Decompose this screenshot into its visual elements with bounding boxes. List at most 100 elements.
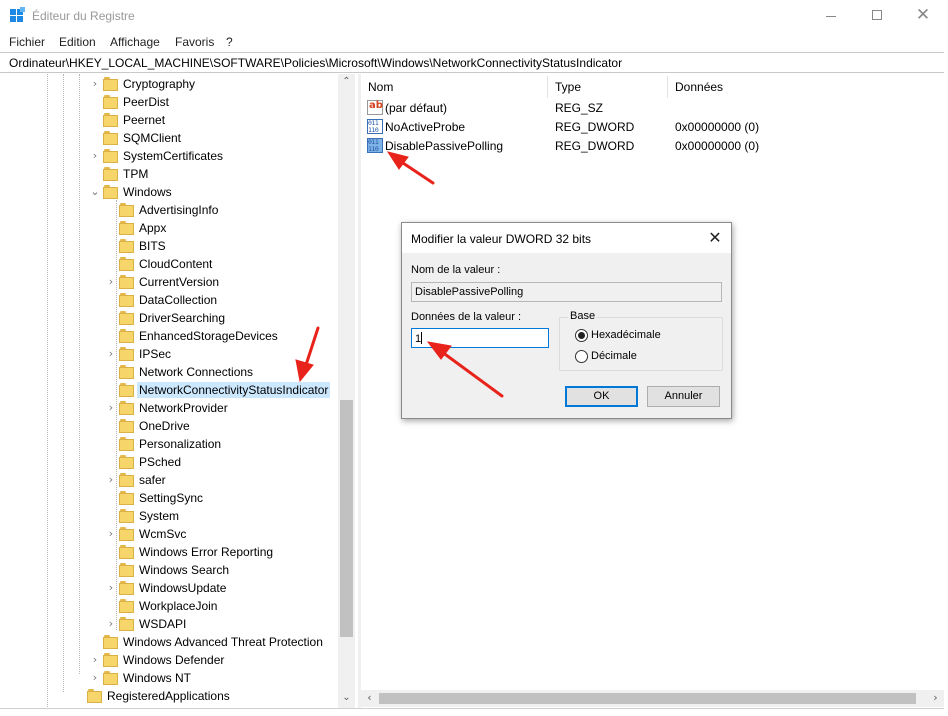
folder-icon: [103, 635, 118, 649]
chevron-right-icon[interactable]: ›: [105, 401, 117, 414]
chevron-right-icon[interactable]: ›: [89, 77, 101, 90]
tree-item[interactable]: › WcmSvc: [0, 525, 338, 543]
tree-item[interactable]: › WSDAPI: [0, 615, 338, 633]
tree-item[interactable]: TPM: [0, 165, 338, 183]
dialog-close-icon[interactable]: ✕: [704, 228, 726, 248]
tree-item-label: SystemCertificates: [123, 149, 224, 163]
tree-item[interactable]: › Windows NT: [0, 669, 338, 687]
tree-item-label: PSched: [139, 455, 182, 469]
tree-item[interactable]: PSched: [0, 453, 338, 471]
tree-item[interactable]: Windows Advanced Threat Protection: [0, 633, 338, 651]
tree-item[interactable]: Personalization: [0, 435, 338, 453]
tree-item[interactable]: DriverSearching: [0, 309, 338, 327]
chevron-right-icon[interactable]: ›: [89, 149, 101, 162]
hexadecimal-radio[interactable]: [575, 329, 588, 342]
chevron-right-icon[interactable]: ›: [105, 347, 117, 360]
cancel-button[interactable]: Annuler: [647, 386, 720, 407]
value-name-label: Nom de la valeur :: [411, 264, 501, 276]
tree-item[interactable]: Windows Search: [0, 561, 338, 579]
list-scroll-thumb[interactable]: [379, 693, 916, 704]
tree-item[interactable]: ⌄ Windows: [0, 183, 338, 201]
close-button[interactable]: ✕: [900, 0, 946, 32]
menu-edit[interactable]: Edition: [59, 35, 96, 49]
column-separator[interactable]: [667, 76, 668, 98]
chevron-down-icon[interactable]: ⌄: [89, 185, 101, 198]
scroll-down-icon[interactable]: ⌄: [338, 692, 355, 703]
tree-item[interactable]: SettingSync: [0, 489, 338, 507]
list-horizontal-scrollbar[interactable]: ‹ ›: [361, 690, 944, 707]
tree-item[interactable]: OneDrive: [0, 417, 338, 435]
folder-icon: [119, 239, 134, 253]
tree-item-label: EnhancedStorageDevices: [139, 329, 278, 343]
chevron-right-icon[interactable]: ›: [89, 671, 101, 684]
column-header-data[interactable]: Données: [675, 80, 723, 94]
tree-item[interactable]: RegisteredApplications: [0, 687, 338, 705]
chevron-right-icon[interactable]: ›: [105, 617, 117, 630]
tree-item[interactable]: Windows Error Reporting: [0, 543, 338, 561]
value-type: REG_SZ: [555, 101, 604, 115]
menu-favorites[interactable]: Favoris: [175, 35, 214, 49]
folder-icon: [119, 275, 134, 289]
column-header-name[interactable]: Nom: [368, 80, 393, 94]
chevron-right-icon[interactable]: ›: [105, 581, 117, 594]
tree-item[interactable]: › CurrentVersion: [0, 273, 338, 291]
tree-item[interactable]: Peernet: [0, 111, 338, 129]
column-header-type[interactable]: Type: [555, 80, 581, 94]
chevron-right-icon[interactable]: ›: [105, 275, 117, 288]
tree-item[interactable]: DataCollection: [0, 291, 338, 309]
chevron-right-icon[interactable]: ›: [89, 653, 101, 666]
menu-help[interactable]: ?: [226, 35, 233, 49]
list-row[interactable]: 011 110 DisablePassivePolling REG_DWORD 0…: [361, 137, 944, 156]
value-name: NoActiveProbe: [385, 120, 466, 134]
scroll-up-icon[interactable]: ⌃: [338, 76, 355, 87]
ok-button[interactable]: OK: [565, 386, 638, 407]
list-row[interactable]: 011 110 NoActiveProbe REG_DWORD 0x0000000…: [361, 118, 944, 137]
folder-icon: [119, 617, 134, 631]
tree-item[interactable]: SQMClient: [0, 129, 338, 147]
scroll-right-icon[interactable]: ›: [927, 691, 944, 704]
tree-item[interactable]: WorkplaceJoin: [0, 597, 338, 615]
address-bar[interactable]: Ordinateur\HKEY_LOCAL_MACHINE\SOFTWARE\P…: [0, 52, 944, 73]
tree-item[interactable]: › IPSec: [0, 345, 338, 363]
folder-icon: [103, 77, 118, 91]
tree-item[interactable]: BITS: [0, 237, 338, 255]
value-data-input[interactable]: 1: [411, 328, 549, 348]
chevron-right-icon[interactable]: ›: [105, 473, 117, 486]
tree-item[interactable]: Network Connections: [0, 363, 338, 381]
tree-item[interactable]: › WindowsUpdate: [0, 579, 338, 597]
menu-file[interactable]: Fichier: [9, 35, 45, 49]
address-path[interactable]: Ordinateur\HKEY_LOCAL_MACHINE\SOFTWARE\P…: [9, 56, 622, 70]
decimal-radio[interactable]: [575, 350, 588, 363]
folder-icon: [119, 419, 134, 433]
scroll-left-icon[interactable]: ‹: [361, 691, 378, 704]
tree-item[interactable]: EnhancedStorageDevices: [0, 327, 338, 345]
tree-item-label: Windows NT: [123, 671, 192, 685]
list-row[interactable]: ab (par défaut) REG_SZ: [361, 99, 944, 118]
folder-icon: [87, 689, 102, 703]
tree-item[interactable]: System: [0, 507, 338, 525]
tree-vertical-scrollbar[interactable]: ⌃ ⌄: [338, 74, 355, 709]
tree-item[interactable]: › safer: [0, 471, 338, 489]
maximize-button[interactable]: [854, 0, 900, 32]
folder-icon: [119, 599, 134, 613]
tree-item[interactable]: NetworkConnectivityStatusIndicator: [0, 381, 338, 399]
registry-tree[interactable]: › Cryptography PeerDist Peernet SQMClient › Sy…: [0, 74, 355, 709]
column-separator[interactable]: [547, 76, 548, 98]
tree-item[interactable]: › NetworkProvider: [0, 399, 338, 417]
tree-scroll-thumb[interactable]: [340, 400, 353, 637]
tree-item[interactable]: PeerDist: [0, 93, 338, 111]
minimize-button[interactable]: [808, 0, 854, 32]
tree-item[interactable]: › SystemCertificates: [0, 147, 338, 165]
close-icon: ✕: [915, 5, 931, 25]
tree-item[interactable]: › Cryptography: [0, 75, 338, 93]
tree-item[interactable]: Appx: [0, 219, 338, 237]
decimal-label[interactable]: Décimale: [591, 350, 637, 362]
tree-item[interactable]: › Windows Defender: [0, 651, 338, 669]
tree-item-label: NetworkProvider: [139, 401, 228, 415]
status-divider: [0, 708, 944, 709]
chevron-right-icon[interactable]: ›: [105, 527, 117, 540]
hexadecimal-label[interactable]: Hexadécimale: [591, 329, 661, 341]
tree-item[interactable]: CloudContent: [0, 255, 338, 273]
tree-item[interactable]: AdvertisingInfo: [0, 201, 338, 219]
menu-view[interactable]: Affichage: [110, 35, 160, 49]
